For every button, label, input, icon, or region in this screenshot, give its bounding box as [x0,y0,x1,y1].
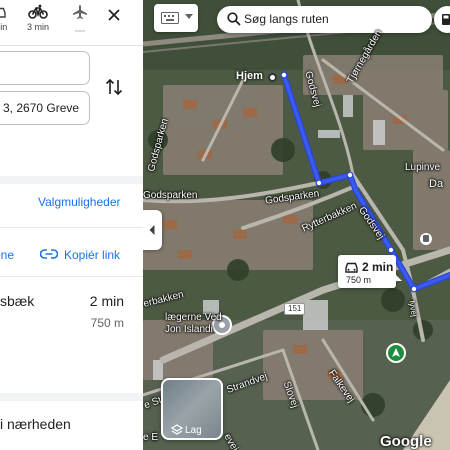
close-directions-button[interactable] [102,4,126,22]
driving-time: min [0,22,8,32]
flight-time-unavailable [75,30,85,32]
route-via-name[interactable]: sbæk [0,293,34,309]
chevron-left-icon [149,225,155,235]
directions-panel: min 3 min [0,0,143,450]
travel-mode-bar: min 3 min [0,0,143,46]
route-bubble-time: 2 min [362,260,394,274]
mode-cycling[interactable]: 3 min [24,4,52,32]
origin-input[interactable] [0,51,90,85]
route-distance: 750 m [90,316,124,330]
mode-driving[interactable]: min [0,4,12,32]
section-separator [0,176,143,184]
collapse-panel-button[interactable] [143,210,162,250]
street-label: e E [143,432,159,443]
road-number-shield: 151 [284,303,306,315]
car-icon [345,262,358,273]
search-placeholder: Søg langs ruten [244,12,329,26]
swap-directions-icon[interactable] [104,76,124,98]
search-icon [227,12,241,26]
route-options-link[interactable]: Valgmuligheder [38,195,121,209]
airplane-icon [73,5,87,19]
route-info-bubble[interactable]: 2 min 750 m [338,255,402,288]
destination-input[interactable]: 3, 2670 Greve [0,91,90,125]
search-along-route-box[interactable]: Søg langs ruten [217,6,432,33]
street-label: lægerne Ved [165,312,222,323]
fuel-icon [442,14,450,25]
copy-link-button[interactable]: Kopiér link [64,248,120,262]
street-label: Godsparken [143,190,198,201]
close-icon [108,9,120,21]
chevron-down-icon [185,14,193,19]
satellite-map[interactable]: Søg langs ruten Godsvej Tjørnegården God… [143,0,450,450]
mode-flight[interactable] [66,4,94,32]
origin-marker[interactable] [268,73,277,82]
car-icon [0,7,6,18]
divider [0,227,143,228]
send-to-phone-button[interactable]: one [0,248,14,262]
route-bubble-distance: 750 m [346,275,372,285]
input-tools-button[interactable] [154,4,198,32]
layers-label: Lag [185,425,202,436]
bicycle-icon [28,4,48,19]
divider [0,276,143,277]
layers-button[interactable]: Lag [161,378,223,440]
street-label: Jon Islandi [165,324,213,335]
street-label: Da [429,178,444,190]
home-label[interactable]: Hjem [236,70,263,82]
keyboard-icon [161,12,179,24]
nearby-heading: i nærheden [0,416,71,432]
google-maps-directions: min 3 min [0,0,450,450]
google-logo: Google [380,433,432,450]
route-duration: 2 min [89,293,124,309]
section-separator [0,393,143,401]
cycling-time: 3 min [26,22,49,32]
street-label: Lupinve [405,162,441,173]
link-icon [40,249,58,259]
layers-icon [171,424,183,435]
